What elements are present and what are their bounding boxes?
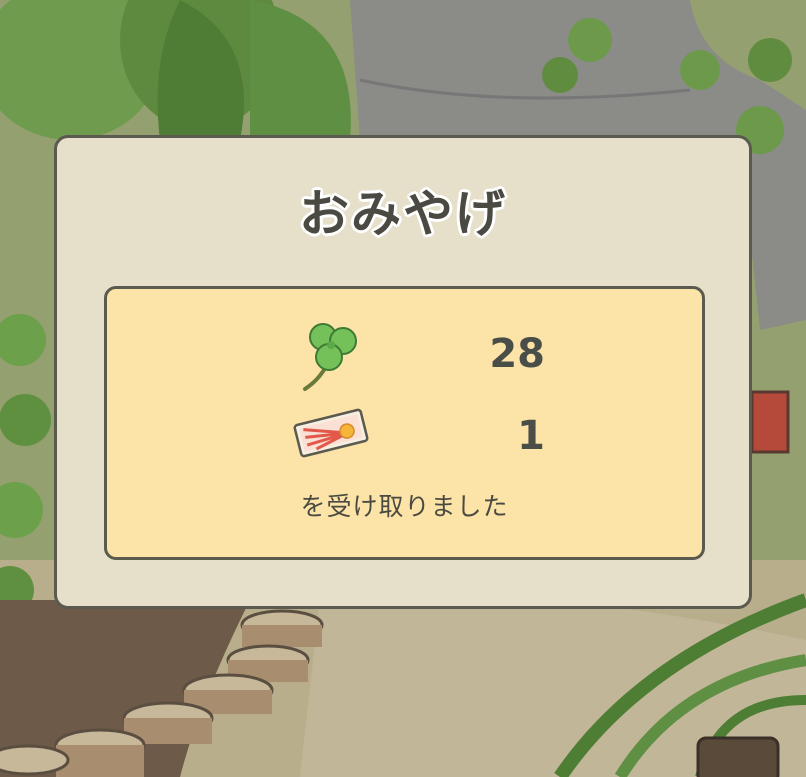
souvenir-panel: 28 1 を受け取りました (104, 286, 705, 560)
ticket-count: 1 (517, 413, 545, 459)
clover-row: 28 (107, 319, 702, 391)
dialog-title: おみやげ (299, 185, 507, 243)
received-message: を受け取りました (300, 492, 509, 521)
ticket-icon (293, 408, 369, 458)
clover-icon (303, 323, 357, 391)
souvenir-dialog[interactable]: おみやげ 28 1 を受け取りました (54, 135, 752, 609)
ticket-row: 1 (107, 407, 702, 467)
clover-count: 28 (489, 331, 545, 377)
